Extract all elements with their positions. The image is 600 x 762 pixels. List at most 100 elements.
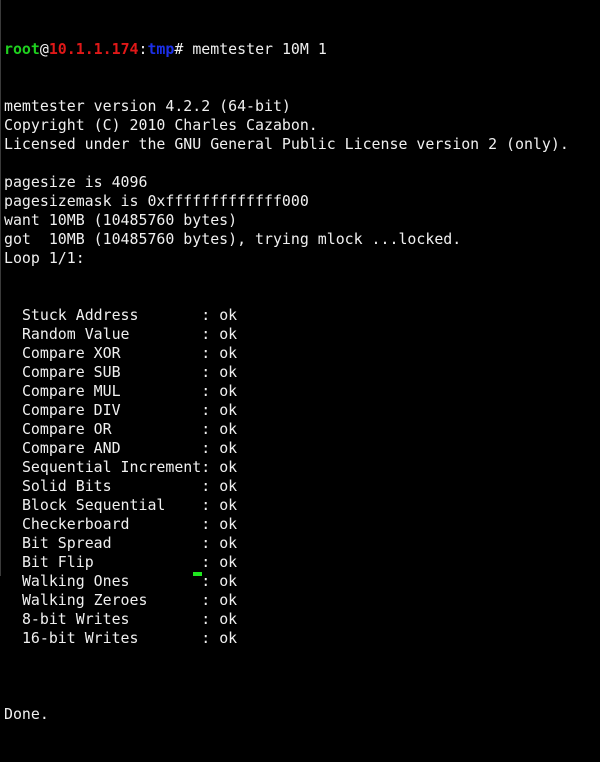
separator: : [201, 534, 220, 552]
padding [94, 553, 202, 571]
separator: : [201, 382, 220, 400]
test-result-row: Compare XOR : ok [4, 344, 569, 363]
padding [121, 401, 202, 419]
test-status: ok [219, 534, 238, 552]
test-status: ok [219, 515, 238, 533]
terminal-cursor [193, 572, 202, 576]
separator: : [201, 306, 220, 324]
test-status: ok [219, 401, 238, 419]
separator: : [201, 496, 220, 514]
test-result-row: Sequential Increment: ok [4, 458, 569, 477]
padding [112, 420, 202, 438]
test-status: ok [219, 382, 238, 400]
separator: : [201, 629, 220, 647]
separator: : [201, 591, 220, 609]
prompt-path: tmp [147, 40, 175, 58]
test-status: ok [219, 572, 238, 590]
separator: : [201, 458, 220, 476]
test-status: ok [219, 344, 238, 362]
padding [130, 572, 202, 590]
test-name: Walking Ones [21, 572, 130, 590]
padding [112, 477, 202, 495]
padding [121, 344, 202, 362]
output-line: pagesize is 4096 [4, 173, 148, 191]
test-status: ok [219, 629, 238, 647]
output-line: Licensed under the GNU General Public Li… [4, 135, 569, 153]
output-line: Copyright (C) 2010 Charles Cazabon. [4, 116, 318, 134]
test-result-row: Bit Flip : ok [4, 553, 569, 572]
test-result-row: Compare AND : ok [4, 439, 569, 458]
output-line: pagesizemask is 0xfffffffffffff000 [4, 192, 309, 210]
test-status: ok [219, 553, 238, 571]
test-name: 8-bit Writes [21, 610, 130, 628]
prompt-host: 10.1.1.174 [48, 40, 139, 58]
separator: : [201, 325, 220, 343]
output-line: Loop 1/1: [4, 249, 85, 267]
separator: : [201, 439, 220, 457]
test-result-row: Walking Zeroes : ok [4, 591, 569, 610]
separator: : [201, 401, 220, 419]
separator: : [201, 515, 220, 533]
padding [121, 363, 202, 381]
test-name: Block Sequential [21, 496, 166, 514]
separator: : [201, 344, 220, 362]
test-name: Checkerboard [21, 515, 130, 533]
test-result-row: Checkerboard : ok [4, 515, 569, 534]
test-status: ok [219, 363, 238, 381]
terminal-window[interactable]: root@10.1.1.174:tmp# memtester 10M 1 mem… [0, 0, 600, 723]
output-line: got 10MB (10485760 bytes), trying mlock … [4, 230, 462, 248]
test-result-row: Compare DIV : ok [4, 401, 569, 420]
test-status: ok [219, 610, 238, 628]
prompt-user: root [4, 40, 40, 58]
test-name: Compare XOR [21, 344, 121, 362]
padding [130, 610, 202, 628]
prompt-line: root@10.1.1.174:tmp# memtester 10M 1 [4, 40, 569, 59]
test-name: Bit Spread [21, 534, 112, 552]
separator: : [201, 420, 220, 438]
output-line: want 10MB (10485760 bytes) [4, 211, 238, 229]
separator: : [201, 363, 220, 381]
separator: : [201, 610, 220, 628]
test-name: Compare AND [21, 439, 121, 457]
done-message: Done. [4, 705, 49, 723]
test-result-row: Solid Bits : ok [4, 477, 569, 496]
test-result-row: 16-bit Writes : ok [4, 629, 569, 648]
padding [138, 629, 201, 647]
terminal-output: root@10.1.1.174:tmp# memtester 10M 1 mem… [4, 2, 569, 762]
output-line: memtester version 4.2.2 (64-bit) [4, 97, 291, 115]
prompt-at: @ [39, 40, 49, 58]
test-status: ok [219, 420, 238, 438]
test-status: ok [219, 496, 238, 514]
padding [165, 496, 201, 514]
padding [130, 515, 202, 533]
separator: : [201, 553, 220, 571]
test-name: Solid Bits [21, 477, 112, 495]
test-status: ok [219, 458, 238, 476]
test-result-row: Block Sequential : ok [4, 496, 569, 515]
test-name: Compare OR [21, 420, 112, 438]
padding [147, 591, 201, 609]
command-text: memtester 10M 1 [192, 40, 327, 58]
test-status: ok [219, 325, 238, 343]
test-result-row: Walking Ones : ok [4, 572, 569, 591]
test-name: Random Value [21, 325, 130, 343]
test-status: ok [219, 477, 238, 495]
test-result-row: Compare OR : ok [4, 420, 569, 439]
padding [121, 439, 202, 457]
test-name: Bit Flip [21, 553, 94, 571]
